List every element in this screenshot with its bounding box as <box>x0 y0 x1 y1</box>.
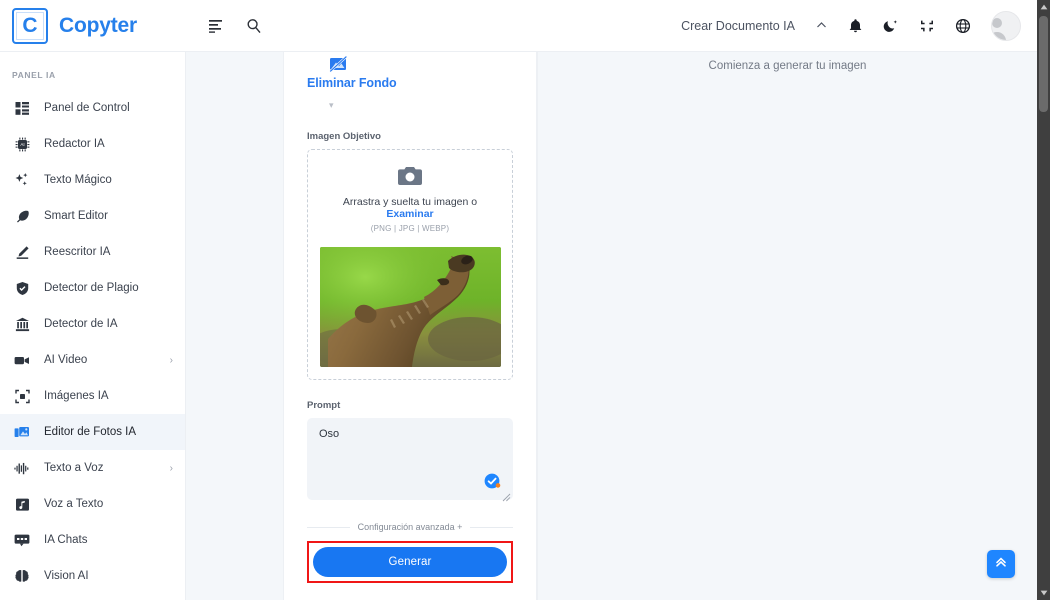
advanced-settings-row[interactable]: Configuración avanzada + <box>307 522 514 532</box>
sidebar-section-label: PANEL IA <box>12 70 56 80</box>
moon-icon[interactable] <box>883 18 899 34</box>
scrollbar-arrow-up-icon[interactable] <box>1037 0 1050 14</box>
mode-title: Eliminar Fondo <box>307 76 397 90</box>
sidebar-item-label: Smart Editor <box>44 210 108 222</box>
brand-logo-icon: C <box>12 7 48 44</box>
user-avatar[interactable] <box>991 10 1021 41</box>
chevron-double-up-icon <box>994 555 1008 574</box>
divider-right <box>470 526 514 528</box>
browse-link[interactable]: Examinar <box>386 208 433 220</box>
header-right-group: Crear Documento IA <box>681 10 1037 41</box>
grammarly-check-icon[interactable] <box>484 473 501 490</box>
shield-check-icon <box>14 280 30 296</box>
sidebar-item-caret: › <box>169 354 173 366</box>
brand-name: Copyter <box>59 13 137 37</box>
sidebar-item-smart-editor[interactable]: Smart Editor <box>0 198 185 234</box>
prompt-label: Prompt <box>307 400 341 411</box>
chat-icon <box>14 532 30 548</box>
app-root: C Copyter Crear Documento IA PANEL IA Pa… <box>0 0 1050 600</box>
create-document-link[interactable]: Crear Documento IA <box>681 19 795 33</box>
chevron-up-icon[interactable] <box>815 19 828 32</box>
chip-ai-icon: AI <box>14 136 30 152</box>
generate-highlight-box: Generar <box>307 541 513 583</box>
sidebar-item-texto-a-voz[interactable]: Texto a Voz › <box>0 450 185 486</box>
generate-button[interactable]: Generar <box>313 547 507 577</box>
feather-icon <box>14 208 30 224</box>
sidebar-item-label: AI Video <box>44 354 88 366</box>
divider-left <box>307 526 350 528</box>
sidebar-item-ai-video[interactable]: AI Video › <box>0 342 185 378</box>
sidebar-item-vision-ai[interactable]: Vision AI <box>0 558 185 594</box>
advanced-settings-label[interactable]: Configuración avanzada + <box>358 522 463 532</box>
brand[interactable]: C Copyter <box>0 7 186 44</box>
dropzone-formats: (PNG | JPG | WEBP) <box>370 224 450 233</box>
avatar-body <box>992 31 1006 40</box>
sidebar-item-label: Reescritor IA <box>44 246 111 258</box>
sparkles-icon <box>14 172 30 188</box>
dashboard-icon <box>14 100 30 116</box>
dropzone-text-main: Arrastra y suelta tu imagen o <box>342 196 478 208</box>
dropzone-text: Arrastra y suelta tu imagen o Examinar <box>318 196 502 220</box>
sidebar-item-label: Texto Mágico <box>44 174 112 186</box>
sidebar-item-reescritor-ia[interactable]: Reescritor IA <box>0 234 185 270</box>
search-icon[interactable] <box>246 18 262 34</box>
sidebar-item-label: Detector de IA <box>44 318 118 330</box>
scrollbar-thumb[interactable] <box>1039 16 1048 112</box>
chevron-down-icon[interactable]: ▾ <box>307 100 513 111</box>
brand-initial: C <box>22 14 38 37</box>
sidebar-item-label: Texto a Voz <box>44 462 104 474</box>
sidebar-item-editor-de-fotos-ia[interactable]: Editor de Fotos IA <box>0 414 185 450</box>
scrollbar-arrow-down-icon[interactable] <box>1037 586 1050 600</box>
bear-photo <box>319 247 501 367</box>
prompt-value: Oso <box>319 428 340 440</box>
target-image-label: Imagen Objetivo <box>307 131 381 142</box>
image-frame-icon <box>14 388 30 404</box>
music-note-icon <box>14 496 30 512</box>
header-left-icons <box>208 18 262 34</box>
resize-grip-icon[interactable] <box>501 489 511 502</box>
sidebar-item-detector-de-plagio[interactable]: Detector de Plagio <box>0 270 185 306</box>
sidebar-item-caret: › <box>169 462 173 474</box>
sidebar-item-detector-de-ia[interactable]: Detector de IA <box>0 306 185 342</box>
result-panel: Comienza a generar tu imagen <box>537 52 1037 600</box>
brain-icon <box>14 568 30 584</box>
photo-edit-icon <box>14 424 30 440</box>
mode-header[interactable]: Eliminar Fondo ▾ <box>307 52 513 111</box>
top-header: C Copyter Crear Documento IA <box>0 0 1037 52</box>
svg-text:AI: AI <box>20 142 24 147</box>
sidebar-item-label: Redactor IA <box>44 138 105 150</box>
avatar-head <box>992 17 1002 28</box>
photo-editor-form-panel: Eliminar Fondo ▾ Imagen Objetivo Arrastr… <box>283 52 537 600</box>
menu-lines-icon[interactable] <box>208 19 224 33</box>
sidebar-item-label: IA Chats <box>44 534 88 546</box>
pencil-icon <box>14 244 30 260</box>
sidebar-item-ia-chats[interactable]: IA Chats <box>0 522 185 558</box>
sidebar-item-label: Imágenes IA <box>44 390 109 402</box>
sidebar-item-label: Vision AI <box>44 570 89 582</box>
camera-icon <box>318 166 502 187</box>
sidebar-item-label: Panel de Control <box>44 102 130 114</box>
sidebar-item-texto-magico[interactable]: Texto Mágico <box>0 162 185 198</box>
waveform-icon <box>14 460 30 476</box>
scroll-to-top-button[interactable] <box>987 550 1015 578</box>
sidebar-item-panel-de-control[interactable]: Panel de Control <box>0 90 185 126</box>
uploaded-image-thumbnail[interactable] <box>319 247 501 367</box>
sidebar-item-voz-a-texto[interactable]: Voz a Texto <box>0 486 185 522</box>
page-scrollbar[interactable] <box>1037 0 1050 600</box>
prompt-textarea[interactable]: Oso <box>307 418 513 502</box>
sidebar: PANEL IA Panel de Control AI Redactor IA… <box>0 52 186 600</box>
sidebar-item-label: Voz a Texto <box>44 498 104 510</box>
globe-icon[interactable] <box>955 18 971 34</box>
image-dropzone[interactable]: Arrastra y suelta tu imagen o Examinar (… <box>307 149 513 380</box>
sidebar-item-redactor-ia[interactable]: AI Redactor IA <box>0 126 185 162</box>
compress-icon[interactable] <box>919 18 935 34</box>
sidebar-item-imagenes-ia[interactable]: Imágenes IA <box>0 378 185 414</box>
bank-icon <box>14 316 30 332</box>
result-hint-text: Comienza a generar tu imagen <box>708 60 867 72</box>
video-camera-icon <box>14 352 30 368</box>
remove-background-icon <box>329 55 349 74</box>
bell-icon[interactable] <box>848 18 863 34</box>
sidebar-item-label: Detector de Plagio <box>44 282 139 294</box>
sidebar-item-label: Editor de Fotos IA <box>44 426 137 438</box>
